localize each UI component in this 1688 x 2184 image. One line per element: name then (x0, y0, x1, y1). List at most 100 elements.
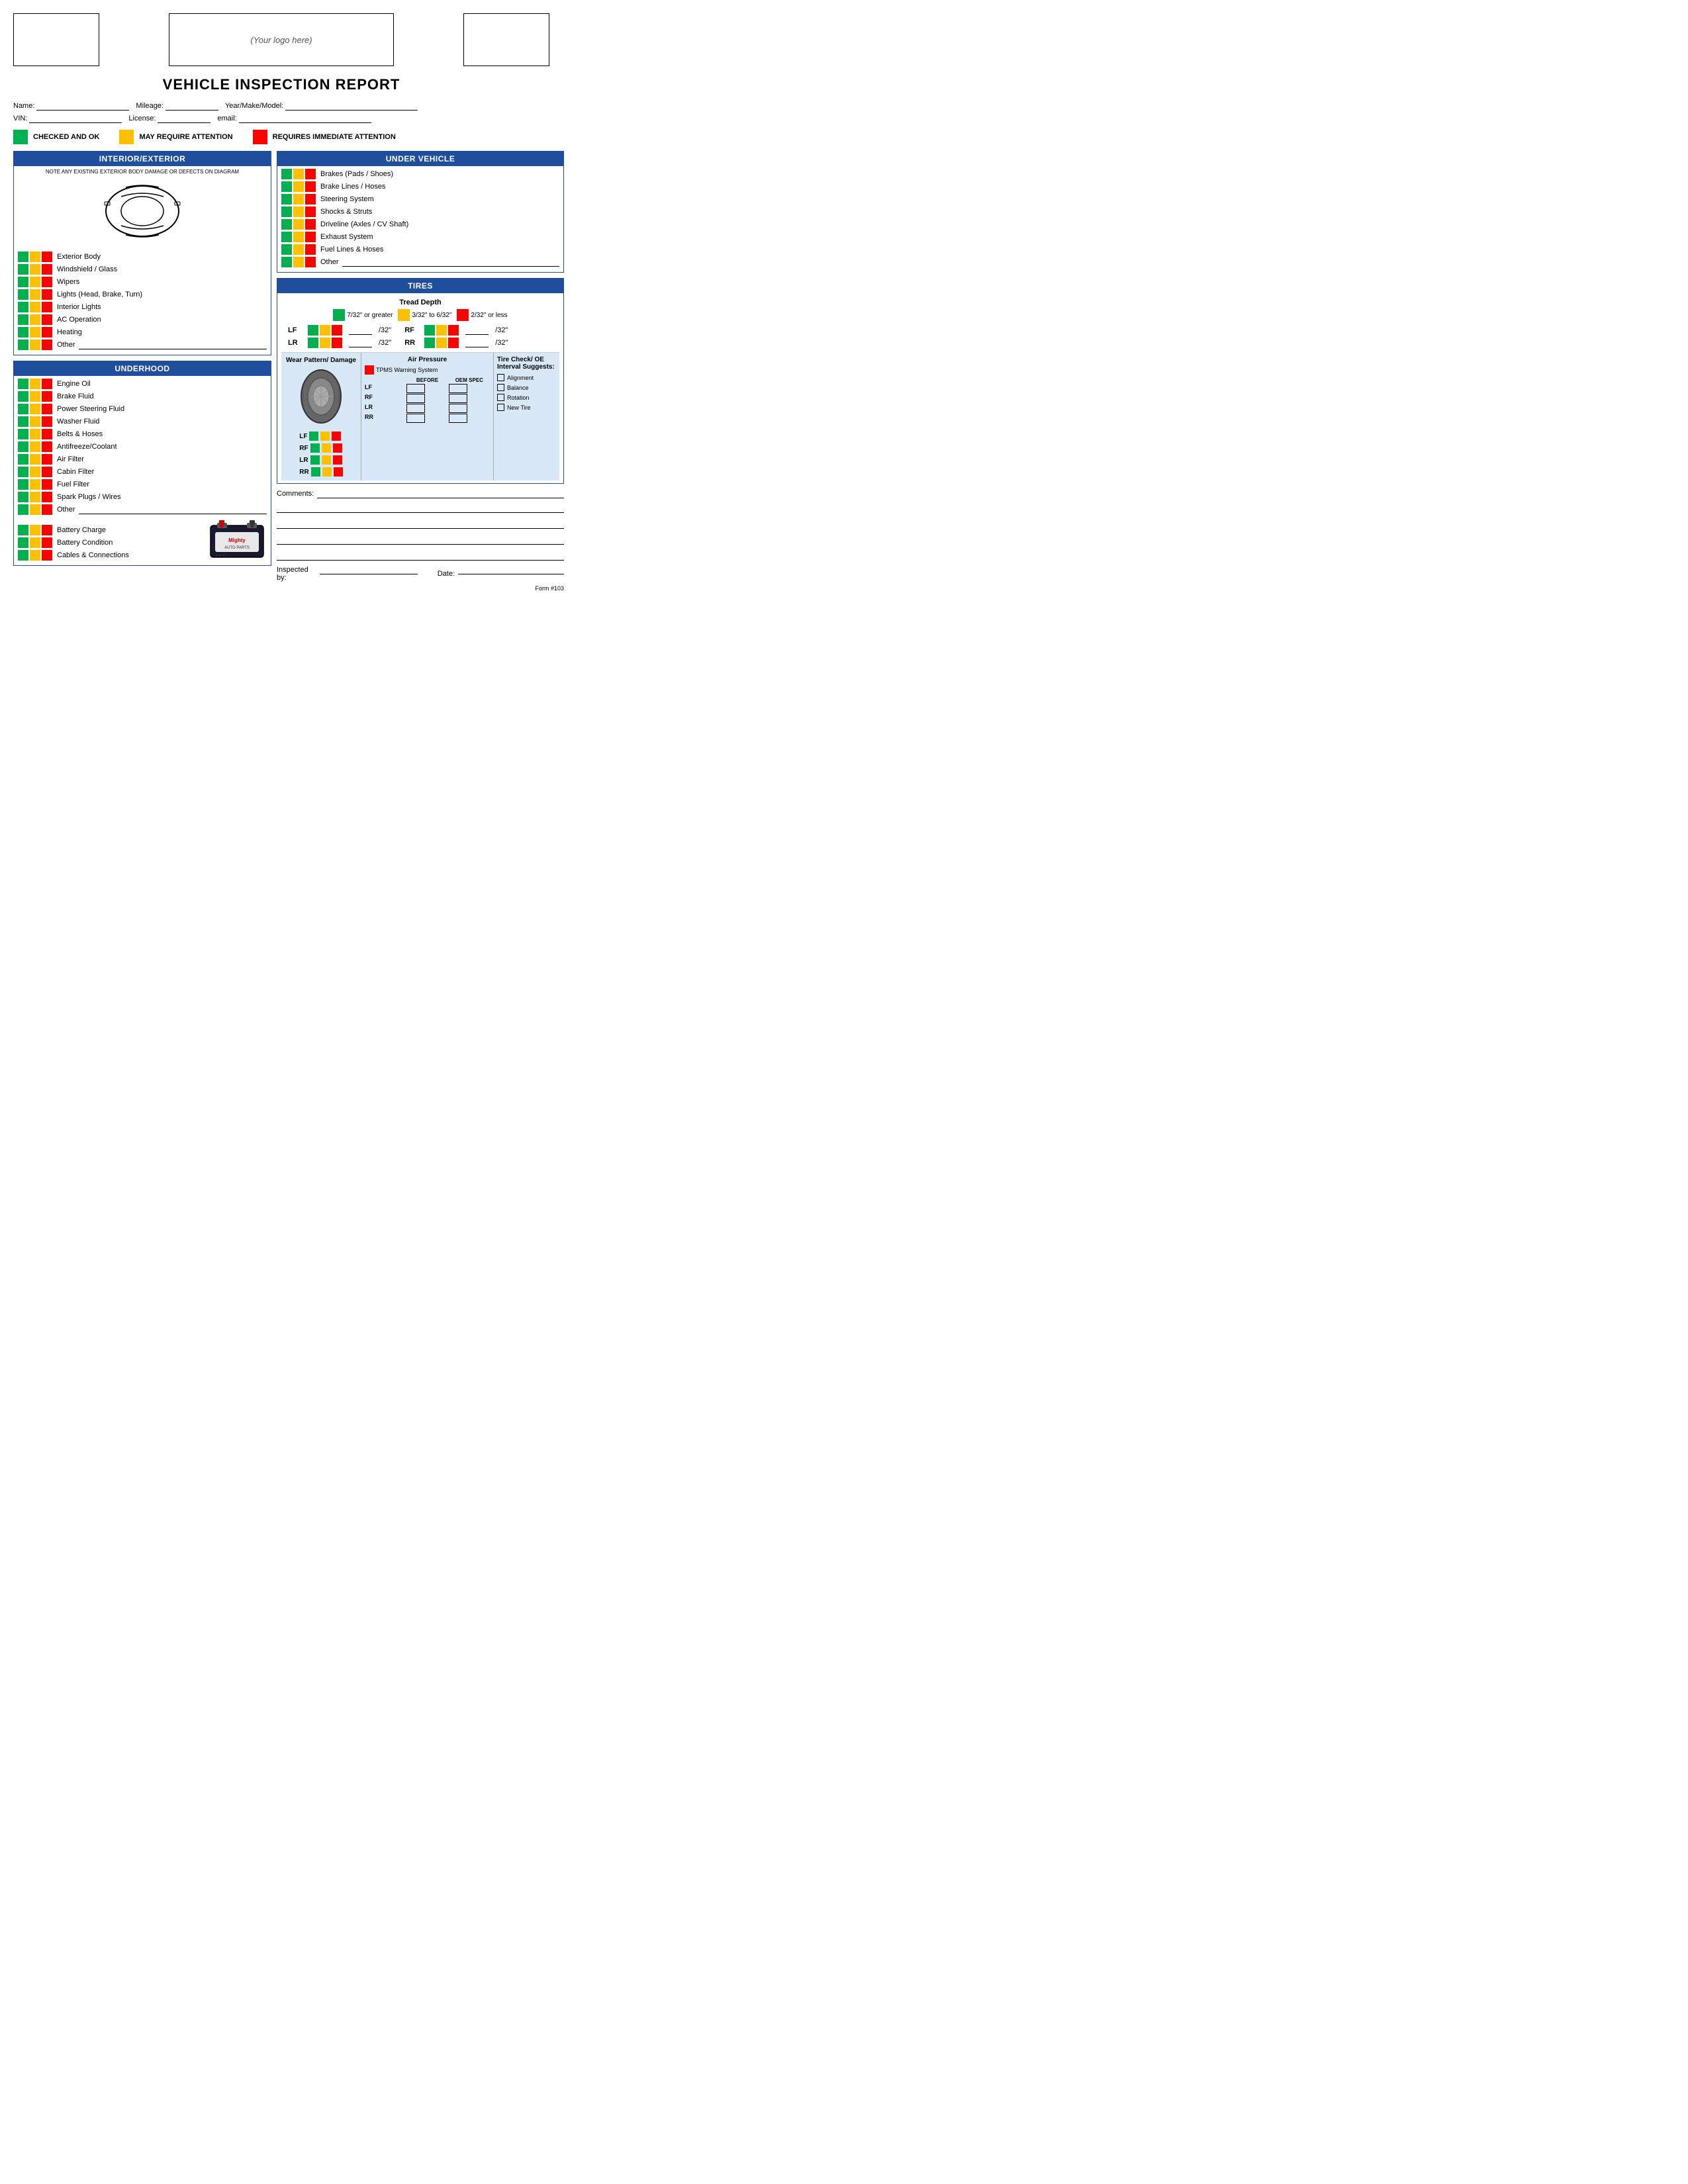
uh-green-5[interactable] (18, 441, 28, 452)
rr-oemspec[interactable] (449, 414, 467, 423)
comments-line-3[interactable] (277, 518, 564, 529)
tc-checkbox-1[interactable] (497, 384, 504, 391)
ie-other-line[interactable] (79, 340, 267, 349)
uh-red-2[interactable] (42, 404, 52, 414)
rr-wear-red[interactable] (334, 467, 343, 477)
rr-wear-green[interactable] (311, 467, 320, 477)
ie-yellow-2[interactable] (30, 277, 40, 287)
ie-red-5[interactable] (42, 314, 52, 325)
uv-green-1[interactable] (281, 181, 292, 192)
uv-red-2[interactable] (305, 194, 316, 205)
uh-green-2[interactable] (18, 404, 28, 414)
uh-red-6[interactable] (42, 454, 52, 465)
uh-green-1[interactable] (18, 391, 28, 402)
ie-red-1[interactable] (42, 264, 52, 275)
uv-yellow-0[interactable] (293, 169, 304, 179)
comments-line-2[interactable] (277, 502, 564, 513)
uv-yellow-3[interactable] (293, 206, 304, 217)
bat-red-0[interactable] (42, 525, 52, 535)
uh-green-6[interactable] (18, 454, 28, 465)
comments-line-4[interactable] (277, 534, 564, 545)
uh-red-3[interactable] (42, 416, 52, 427)
ie-green-2[interactable] (18, 277, 28, 287)
rf-wear-green[interactable] (310, 443, 320, 453)
comments-line-1[interactable] (317, 489, 564, 498)
uh-yellow-2[interactable] (30, 404, 40, 414)
uh-red-8[interactable] (42, 479, 52, 490)
uh-green-9[interactable] (18, 492, 28, 502)
lf-wear-green[interactable] (309, 432, 318, 441)
ie-green-0[interactable] (18, 251, 28, 262)
lr-wear-red[interactable] (333, 455, 342, 465)
uv-green-3[interactable] (281, 206, 292, 217)
tc-checkbox-2[interactable] (497, 394, 504, 401)
ie-red-4[interactable] (42, 302, 52, 312)
uv-yellow-1[interactable] (293, 181, 304, 192)
uh-green-7[interactable] (18, 467, 28, 477)
ie-red-7[interactable] (42, 340, 52, 350)
lr-reading[interactable] (349, 338, 372, 347)
uv-yellow-6[interactable] (293, 244, 304, 255)
uv-yellow-4[interactable] (293, 219, 304, 230)
uv-red-0[interactable] (305, 169, 316, 179)
uh-green-4[interactable] (18, 429, 28, 439)
lr-yellow[interactable] (320, 338, 330, 348)
uh-green-10[interactable] (18, 504, 28, 515)
bat-yellow-2[interactable] (30, 550, 40, 561)
uv-green-7[interactable] (281, 257, 292, 267)
uv-yellow-5[interactable] (293, 232, 304, 242)
uh-yellow-10[interactable] (30, 504, 40, 515)
ie-red-3[interactable] (42, 289, 52, 300)
lr-before[interactable] (406, 404, 425, 413)
uh-red-10[interactable] (42, 504, 52, 515)
bat-red-1[interactable] (42, 537, 52, 548)
uh-red-5[interactable] (42, 441, 52, 452)
rf-wear-red[interactable] (333, 443, 342, 453)
lr-wear-yellow[interactable] (322, 455, 331, 465)
rr-reading[interactable] (465, 338, 489, 347)
uv-red-1[interactable] (305, 181, 316, 192)
uh-yellow-1[interactable] (30, 391, 40, 402)
uh-green-8[interactable] (18, 479, 28, 490)
rr-before[interactable] (406, 414, 425, 423)
ie-red-0[interactable] (42, 251, 52, 262)
mileage-input[interactable] (165, 101, 218, 111)
uv-red-6[interactable] (305, 244, 316, 255)
rf-green[interactable] (424, 325, 435, 336)
name-input[interactable] (36, 101, 129, 111)
uv-red-7[interactable] (305, 257, 316, 267)
year-input[interactable] (285, 101, 418, 111)
ie-yellow-4[interactable] (30, 302, 40, 312)
lf-wear-red[interactable] (332, 432, 341, 441)
uh-yellow-4[interactable] (30, 429, 40, 439)
ie-green-6[interactable] (18, 327, 28, 338)
uh-green-3[interactable] (18, 416, 28, 427)
uv-green-0[interactable] (281, 169, 292, 179)
lf-red[interactable] (332, 325, 342, 336)
rr-yellow[interactable] (436, 338, 447, 348)
ie-green-1[interactable] (18, 264, 28, 275)
rr-red[interactable] (448, 338, 459, 348)
uh-red-1[interactable] (42, 391, 52, 402)
bat-green-0[interactable] (18, 525, 28, 535)
tc-checkbox-3[interactable] (497, 404, 504, 411)
uv-red-5[interactable] (305, 232, 316, 242)
rr-green[interactable] (424, 338, 435, 348)
license-input[interactable] (158, 114, 211, 123)
uh-red-4[interactable] (42, 429, 52, 439)
uh-other-line[interactable] (79, 505, 267, 514)
bat-yellow-1[interactable] (30, 537, 40, 548)
rf-oemspec[interactable] (449, 394, 467, 403)
uh-red-9[interactable] (42, 492, 52, 502)
rf-yellow[interactable] (436, 325, 447, 336)
rf-reading[interactable] (465, 326, 489, 335)
ie-green-3[interactable] (18, 289, 28, 300)
uh-yellow-7[interactable] (30, 467, 40, 477)
ie-red-6[interactable] (42, 327, 52, 338)
uv-red-4[interactable] (305, 219, 316, 230)
uv-yellow-2[interactable] (293, 194, 304, 205)
ie-yellow-5[interactable] (30, 314, 40, 325)
uh-yellow-8[interactable] (30, 479, 40, 490)
ie-yellow-1[interactable] (30, 264, 40, 275)
comments-line-5[interactable] (277, 550, 564, 561)
